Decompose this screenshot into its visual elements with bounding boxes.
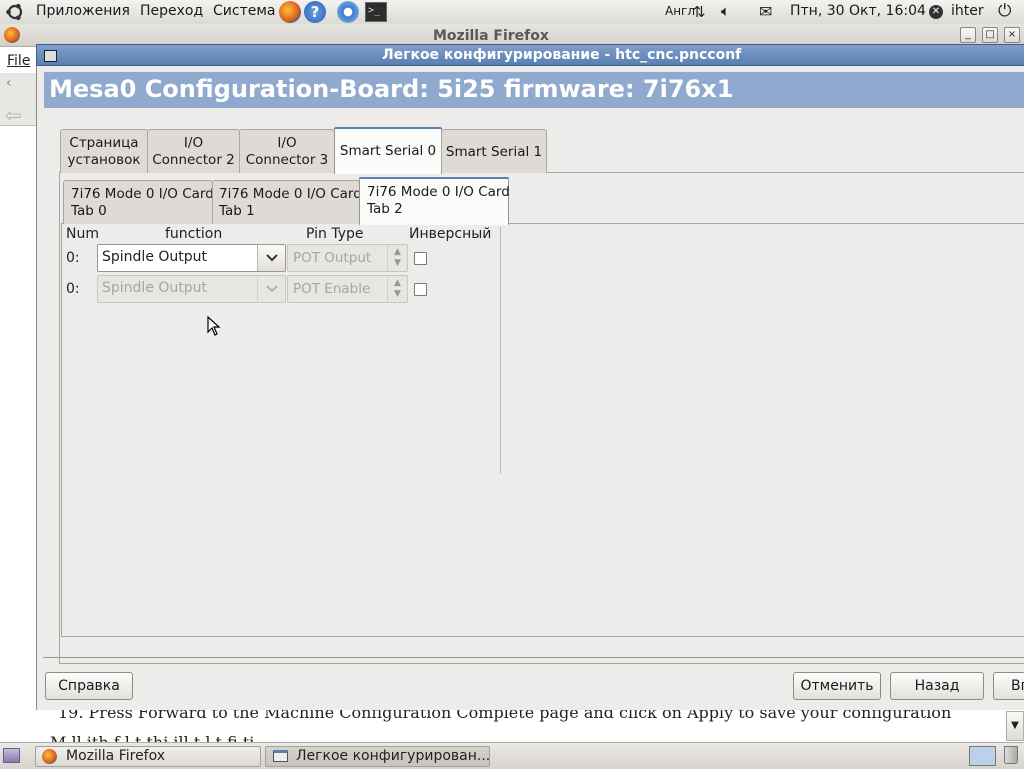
help-button[interactable]: Справка (45, 672, 133, 700)
firefox-window-title: Mozilla Firefox (433, 28, 549, 44)
tab-io-connector-2[interactable]: I/O Connector 2 (147, 129, 240, 173)
user-name[interactable]: ihter (951, 3, 984, 19)
back-button-icon[interactable]: ⇦ (5, 103, 22, 127)
dialog-action-separator (43, 657, 1024, 658)
pin-type-combo: POT Output ▲ ▼ (287, 244, 408, 272)
config-header-title: Mesa0 Configuration-Board: 5i25 firmware… (49, 75, 734, 103)
updown-arrows-icon: ▲ ▼ (387, 276, 407, 302)
column-header-inverse: Инверсный (409, 226, 492, 242)
user-status-icon[interactable]: ✕ (929, 5, 943, 19)
top-panel: Приложения Переход Система ? >_ Англ ⇅ 🔈… (0, 0, 1024, 25)
mouse-cursor-icon (207, 315, 221, 340)
firefox-launcher-icon[interactable] (279, 1, 301, 23)
inverse-checkbox[interactable] (414, 252, 427, 265)
subtab-card-tab-1[interactable]: 7i76 Mode 0 I/O Card Tab 1 (212, 180, 362, 224)
minimize-button[interactable]: _ (960, 27, 976, 43)
tab-io-connector-3[interactable]: I/O Connector 3 (239, 129, 335, 173)
tab-smart-serial-0[interactable]: Smart Serial 0 (334, 127, 442, 174)
show-desktop-icon[interactable] (3, 748, 20, 763)
firefox-window-icon[interactable] (4, 27, 20, 43)
taskbar-item-firefox[interactable]: Mozilla Firefox (35, 746, 261, 767)
config-header-band: Mesa0 Configuration-Board: 5i25 firmware… (44, 72, 1024, 108)
volume-icon[interactable]: 🔈︎ (721, 2, 730, 20)
menu-applications[interactable]: Приложения (36, 3, 130, 19)
forward-button[interactable]: Вп (993, 672, 1024, 700)
chromium-launcher-icon[interactable] (337, 1, 359, 23)
network-icon[interactable]: ⇅ (693, 3, 706, 21)
pin-type-value: POT Output (293, 250, 372, 266)
help-launcher-icon[interactable]: ? (304, 1, 326, 23)
function-combo[interactable]: Spindle Output (97, 244, 286, 272)
menu-system[interactable]: Система (213, 3, 275, 19)
tab-smart-serial-1[interactable]: Smart Serial 1 (441, 129, 547, 173)
function-combo: Spindle Output (97, 275, 286, 303)
scrollbar-down-arrow[interactable]: ▼ (1006, 711, 1024, 741)
column-header-num: Num (66, 226, 99, 242)
ubuntu-logo-icon[interactable] (5, 2, 25, 22)
updown-arrows-icon: ▲ ▼ (387, 245, 407, 271)
table-vertical-separator (500, 227, 501, 474)
terminal-launcher-icon[interactable]: >_ (365, 2, 387, 22)
chevron-down-icon (257, 276, 285, 302)
document-text-line: M ll ith f l t thi ill t l t fi ti (50, 733, 950, 742)
dialog-titlebar: Легкое конфигурирование - htc_cnc.pnccon… (36, 44, 1024, 66)
firefox-menu-file[interactable]: File (7, 53, 30, 69)
menu-places[interactable]: Переход (140, 3, 203, 19)
subtab-card-tab-2[interactable]: 7i76 Mode 0 I/O Card Tab 2 (359, 177, 510, 225)
column-header-pin-type: Pin Type (306, 226, 364, 242)
maximize-button[interactable]: □ (982, 27, 998, 43)
back-button[interactable]: Назад (890, 672, 984, 700)
back-arrow-icon[interactable]: ‹ (6, 75, 12, 91)
bottom-panel: Mozilla Firefox Легкое конфигурирован... (0, 742, 1024, 769)
window-icon (273, 750, 288, 762)
tab-setup-page[interactable]: Страница установок (60, 129, 148, 173)
row-num: 0: (66, 281, 80, 297)
clock[interactable]: Птн, 30 Окт, 16:04 (790, 3, 926, 19)
taskbar-item-label: Mozilla Firefox (66, 748, 166, 764)
taskbar-item-label: Легкое конфигурирован... (296, 748, 490, 764)
firefox-icon (42, 749, 57, 764)
keyboard-layout-indicator[interactable]: Англ (665, 4, 695, 18)
cancel-button[interactable]: Отменить (793, 672, 881, 700)
row-num: 0: (66, 250, 80, 266)
dialog-window-title: Легкое конфигурирование - htc_cnc.pnccon… (382, 47, 742, 63)
pin-type-combo: POT Enable ▲ ▼ (287, 275, 408, 303)
chevron-down-icon[interactable] (257, 245, 285, 271)
mail-icon[interactable]: ✉︎ (759, 2, 772, 21)
pin-type-value: POT Enable (293, 281, 371, 297)
close-button[interactable]: × (1004, 27, 1020, 43)
power-icon[interactable]: ⏻ (998, 1, 1011, 21)
dialog-window-menu-icon[interactable] (44, 50, 57, 62)
function-combo-value: Spindle Output (102, 249, 208, 265)
trash-icon[interactable] (1004, 746, 1018, 764)
column-header-function: function (165, 226, 223, 242)
workspace-switcher[interactable] (969, 746, 996, 766)
function-combo-value: Spindle Output (102, 280, 208, 296)
taskbar-item-config-dialog[interactable]: Легкое конфигурирован... (265, 746, 490, 767)
subtab-card-tab-0[interactable]: 7i76 Mode 0 I/O Card Tab 0 (63, 180, 214, 224)
inverse-checkbox[interactable] (414, 283, 427, 296)
